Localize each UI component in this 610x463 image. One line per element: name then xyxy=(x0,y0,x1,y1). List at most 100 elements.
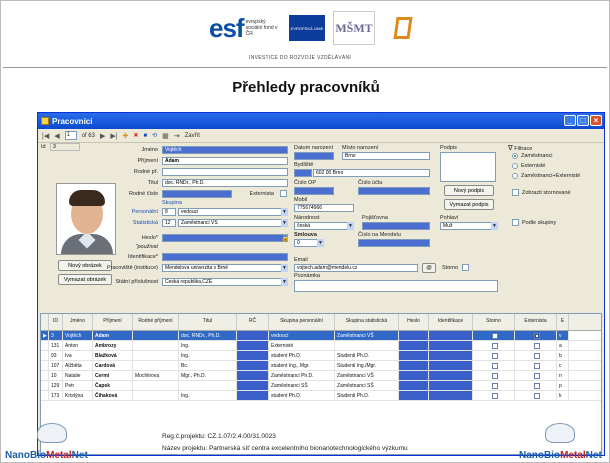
cell-skupina-personalni[interactable]: Externisté xyxy=(269,341,335,350)
podle-skupiny-checkbox[interactable] xyxy=(512,219,519,226)
cell-titul[interactable]: Ing. xyxy=(179,391,237,400)
cell-externista[interactable] xyxy=(515,351,557,360)
cell-externista[interactable] xyxy=(515,331,557,340)
cell-jmeno[interactable]: Iva xyxy=(63,351,93,360)
checkbox[interactable] xyxy=(533,332,540,339)
cell-id[interactable]: 129 xyxy=(49,381,63,390)
cell-jmeno[interactable]: Petr xyxy=(63,381,93,390)
checkbox[interactable] xyxy=(491,372,498,379)
row-selector[interactable] xyxy=(41,341,49,350)
cell-storno[interactable] xyxy=(473,381,515,390)
zobrazit-stornovane-checkbox[interactable] xyxy=(512,189,519,196)
cell-rc[interactable] xyxy=(237,351,269,360)
cell-externista[interactable] xyxy=(515,391,557,400)
column-header[interactable]: E xyxy=(557,314,569,330)
window-titlebar[interactable]: Pracovníci _ □ × xyxy=(38,113,604,129)
cell-identifikace[interactable] xyxy=(429,371,473,380)
checkbox[interactable] xyxy=(491,382,498,389)
cell-heslo[interactable] xyxy=(399,381,429,390)
cell-jmeno[interactable]: Vojtěch xyxy=(63,331,93,340)
cell-skupina-statisticka[interactable]: Zaměstnanci SŠ xyxy=(335,381,399,390)
cell-e[interactable]: c xyxy=(557,361,569,370)
novy-podpis-button[interactable]: Nový podpis xyxy=(444,185,494,196)
save-record-icon[interactable]: ■ xyxy=(143,133,147,139)
cell-skupina-statisticka[interactable] xyxy=(335,341,399,350)
pracoviste-select[interactable]: Mendelova univerzita v Brně xyxy=(162,264,288,272)
row-selector[interactable] xyxy=(41,391,49,400)
column-header[interactable]: Heslo xyxy=(399,314,429,330)
cell-id[interactable]: 107 xyxy=(49,361,63,370)
cell-titul[interactable] xyxy=(179,381,237,390)
cell-heslo[interactable] xyxy=(399,391,429,400)
cell-skupina-personalni[interactable]: vedoucí xyxy=(269,331,335,340)
cell-identifikace[interactable] xyxy=(429,341,473,350)
column-header[interactable]: Příjmení xyxy=(93,314,133,330)
cell-e[interactable]: k xyxy=(557,391,569,400)
bydliste-street[interactable] xyxy=(294,169,312,177)
storno-checkbox[interactable] xyxy=(462,264,469,271)
cell-externista[interactable] xyxy=(515,341,557,350)
cell-jmeno[interactable]: Kristýna xyxy=(63,391,93,400)
column-header[interactable]: Rodné příjmení xyxy=(133,314,179,330)
cell-id[interactable]: 3 xyxy=(49,331,63,340)
rodne-cislo-field[interactable] xyxy=(162,190,232,198)
cell-identifikace[interactable] xyxy=(429,331,473,340)
cell-externista[interactable] xyxy=(515,361,557,370)
cell-storno[interactable] xyxy=(473,391,515,400)
datum-narozeni-field[interactable] xyxy=(294,152,334,160)
checkbox[interactable] xyxy=(491,362,498,369)
table-row[interactable]: 131 Anton Ambrozy Ing. Externisté a xyxy=(41,341,601,351)
cell-externista[interactable] xyxy=(515,381,557,390)
maximize-button[interactable]: □ xyxy=(577,115,589,126)
cell-heslo[interactable] xyxy=(399,331,429,340)
cell-rodne-prijmeni[interactable] xyxy=(133,391,179,400)
cell-identifikace[interactable] xyxy=(429,381,473,390)
heslo-field[interactable] xyxy=(162,234,288,242)
close-form-icon[interactable]: ⇥ xyxy=(174,132,180,140)
cell-skupina-statisticka[interactable]: Zaměstnanci VŠ xyxy=(335,331,399,340)
lock-icon[interactable]: 🔒 xyxy=(281,234,290,242)
statni-prislusnost-select[interactable]: Česká republika,CZE xyxy=(162,278,288,286)
column-header[interactable]: Jméno xyxy=(63,314,93,330)
column-header[interactable]: Identifikace xyxy=(429,314,473,330)
cell-prijmeni[interactable]: Cardová xyxy=(93,361,133,370)
cell-identifikace[interactable] xyxy=(429,351,473,360)
chevron-down-icon[interactable]: ▼ xyxy=(347,222,354,230)
minimize-button[interactable]: _ xyxy=(564,115,576,126)
cell-prijmeni[interactable]: Cermi xyxy=(93,371,133,380)
cell-rodne-prijmeni[interactable]: Mochlirova xyxy=(133,371,179,380)
cell-rc[interactable] xyxy=(237,361,269,370)
row-selector[interactable] xyxy=(41,361,49,370)
pohlavi-select[interactable]: Muž xyxy=(440,222,498,230)
cell-prijmeni[interactable]: Ambrozy xyxy=(93,341,133,350)
column-header[interactable]: Skupina personální xyxy=(269,314,335,330)
cell-jmeno[interactable]: Alžběta xyxy=(63,361,93,370)
cell-storno[interactable] xyxy=(473,371,515,380)
cell-rodne-prijmeni[interactable] xyxy=(133,361,179,370)
cell-id[interactable]: 131 xyxy=(49,341,63,350)
cell-skupina-personalni[interactable]: student Ph.D. xyxy=(269,391,335,400)
filter-radio-zamestnanci[interactable] xyxy=(512,153,518,159)
cell-rodne-prijmeni[interactable] xyxy=(133,341,179,350)
column-header[interactable]: Externista xyxy=(515,314,557,330)
cell-prijmeni[interactable]: Čihaková xyxy=(93,391,133,400)
refresh-icon[interactable]: ⟲ xyxy=(152,132,157,139)
chevron-down-icon[interactable]: ▼ xyxy=(281,208,288,216)
checkbox[interactable] xyxy=(491,332,498,339)
cell-titul[interactable]: doc. RNDr., Ph.D. xyxy=(179,331,237,340)
cell-prijmeni[interactable]: Blažková xyxy=(93,351,133,360)
cell-skupina-personalni[interactable]: Zaměstnanci SŠ xyxy=(269,381,335,390)
cell-e[interactable]: n xyxy=(557,371,569,380)
cell-storno[interactable] xyxy=(473,341,515,350)
cell-id[interactable]: 10 xyxy=(49,371,63,380)
table-row[interactable]: 129 Petr Čapek Zaměstnanci SŠ Zaměstnanci SŠ… xyxy=(41,381,601,391)
cell-heslo[interactable] xyxy=(399,361,429,370)
cell-identifikace[interactable] xyxy=(429,391,473,400)
cell-prijmeni[interactable]: Čapek xyxy=(93,381,133,390)
checkbox[interactable] xyxy=(533,342,540,349)
cell-storno[interactable] xyxy=(473,351,515,360)
cell-rodne-prijmeni[interactable] xyxy=(133,331,179,340)
cell-identifikace[interactable] xyxy=(429,361,473,370)
cell-titul[interactable]: Mgr., Ph.D. xyxy=(179,371,237,380)
personalni-code[interactable]: 8 xyxy=(162,208,176,216)
